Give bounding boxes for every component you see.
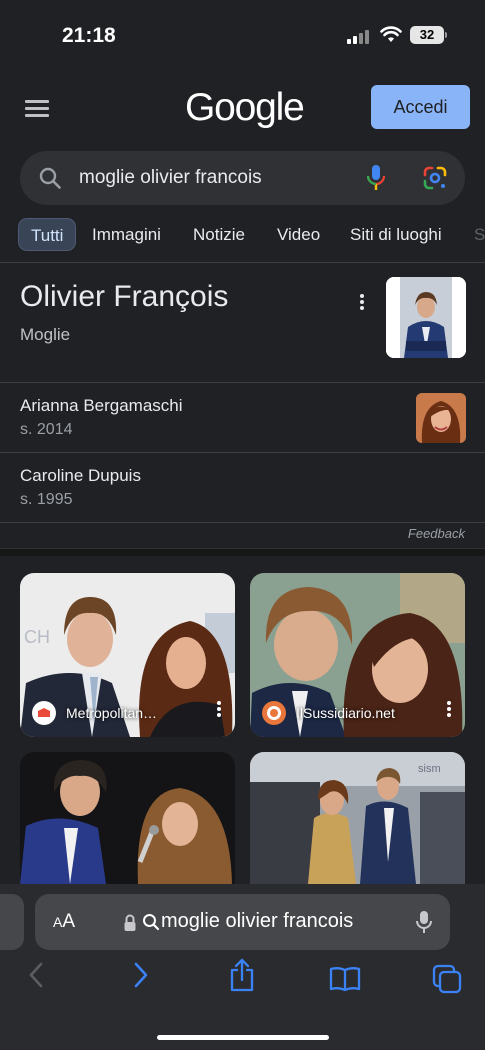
tab-places[interactable]: Siti di luoghi (350, 218, 442, 251)
address-bar[interactable]: AA moglie olivier francois (35, 894, 450, 950)
search-tabs: Tutti Immagini Notizie Video Siti di luo… (0, 215, 485, 255)
battery-cap (445, 32, 447, 38)
entity-name[interactable]: Caroline Dupuis (20, 466, 141, 486)
divider (0, 382, 485, 383)
tab-all[interactable]: Tutti (18, 218, 77, 251)
text-size-large-a: A (62, 911, 76, 932)
image-result[interactable] (20, 752, 235, 884)
knowledge-subtitle: Moglie (20, 325, 71, 344)
clock: 21:18 (62, 24, 116, 47)
image-result[interactable]: sism (250, 752, 465, 884)
divider (0, 262, 485, 263)
text-size-small-a: A (53, 914, 63, 930)
wifi-icon (380, 26, 402, 42)
entity-detail: s. 1995 (20, 491, 73, 508)
url-text[interactable]: moglie olivier francois (161, 910, 353, 933)
image-source: IlSussidiario.net (262, 701, 395, 725)
svg-text:CH: CH (24, 627, 50, 647)
signin-button[interactable]: Accedi (371, 85, 470, 129)
red-carpet-photo-image: sism (250, 752, 465, 884)
tab-more-cutoff[interactable]: S (474, 218, 485, 251)
dictation-icon[interactable] (416, 910, 432, 934)
entity-name[interactable]: Arianna Bergamaschi (20, 396, 183, 416)
knowledge-title: Olivier François (20, 280, 229, 313)
couple-singing-photo-image (20, 752, 235, 884)
status-bar: 21:18 32 (0, 0, 485, 70)
tabs-icon[interactable] (432, 964, 462, 994)
menu-icon[interactable] (25, 100, 49, 118)
divider (0, 522, 485, 523)
more-options-icon[interactable] (446, 701, 452, 719)
search-box[interactable]: moglie olivier francois (20, 151, 465, 205)
section-separator (0, 548, 485, 556)
lock-icon (124, 914, 136, 931)
person-thumbnail[interactable] (386, 277, 466, 358)
source-favicon-icon (32, 701, 56, 725)
bookmarks-icon[interactable] (329, 966, 361, 992)
google-lens-icon[interactable] (422, 165, 448, 191)
search-icon (39, 167, 61, 189)
home-indicator[interactable] (157, 1035, 329, 1040)
cellular-signal-icon (347, 29, 371, 44)
previous-tab-preview[interactable] (0, 894, 24, 950)
image-source: Metropolitan… (32, 701, 157, 725)
image-result[interactable]: CH Metropolitan… (20, 573, 235, 737)
person-photo-image (386, 277, 466, 358)
entity-detail: s. 2014 (20, 421, 73, 438)
battery-icon: 32 (410, 26, 444, 44)
google-logo[interactable]: Google (185, 86, 305, 130)
more-options-icon[interactable] (356, 293, 368, 311)
tab-news[interactable]: Notizie (193, 218, 245, 251)
source-label: IlSussidiario.net (296, 705, 395, 721)
share-icon[interactable] (229, 958, 255, 992)
back-icon[interactable] (28, 962, 44, 988)
voice-search-icon[interactable] (366, 164, 386, 192)
entity-photo-image (416, 393, 466, 443)
text-size-button[interactable]: AA (53, 911, 75, 933)
search-input[interactable]: moglie olivier francois (79, 167, 262, 189)
svg-text:sism: sism (418, 763, 441, 775)
tab-video[interactable]: Video (277, 218, 320, 251)
forward-icon[interactable] (133, 962, 149, 988)
search-icon (143, 914, 160, 931)
more-options-icon[interactable] (216, 701, 222, 719)
image-result[interactable]: IlSussidiario.net (250, 573, 465, 737)
source-favicon-icon (262, 701, 286, 725)
divider (0, 452, 485, 453)
tab-images[interactable]: Immagini (92, 218, 161, 251)
source-label: Metropolitan… (66, 705, 158, 721)
entity-thumbnail[interactable] (416, 393, 466, 443)
feedback-link[interactable]: Feedback (408, 526, 465, 541)
